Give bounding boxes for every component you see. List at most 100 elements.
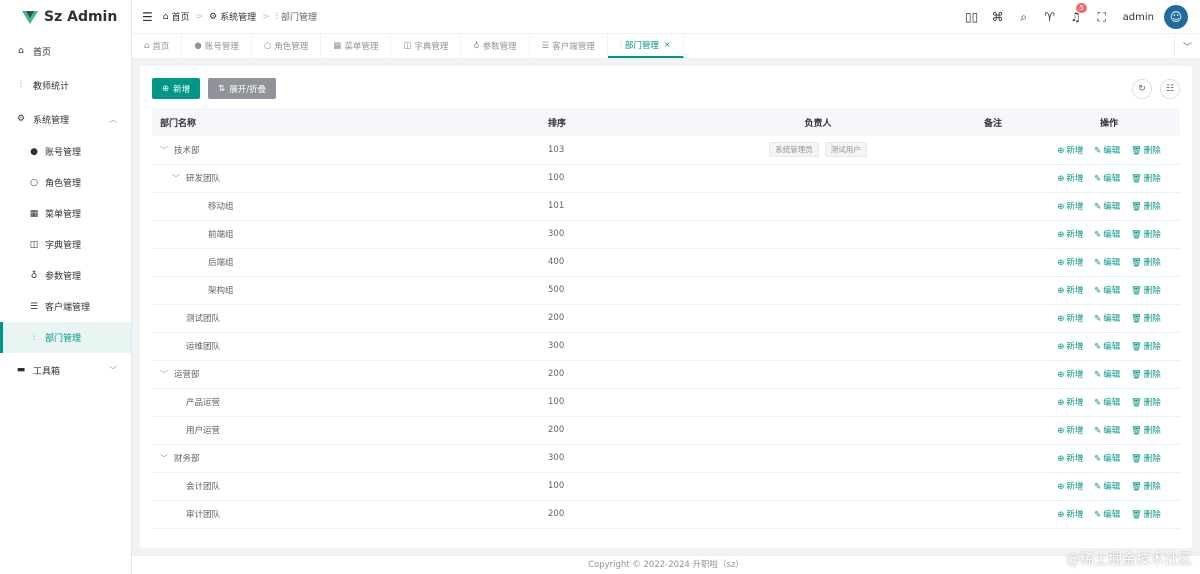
row-delete-button[interactable]: 🗑 删除 (1131, 202, 1161, 212)
table-body: ﹀ 技术部 103 系统管理员 测试用户 ⊕ 新增 ✎ 编辑 🗑 删除 ﹀ 研发团队 100… (152, 136, 1180, 529)
fullscreen-icon[interactable]: ⛶ (1089, 10, 1115, 25)
sidebar-item-params[interactable]: ♁ 参数管理 (0, 260, 131, 291)
row-delete-button[interactable]: 🗑 删除 (1131, 398, 1161, 408)
row-edit-button[interactable]: ✎ 编辑 (1094, 146, 1120, 156)
sidebar-item-departments[interactable]: ⫶ 部门管理 (0, 322, 131, 353)
translate-icon[interactable]: ⌘ (985, 10, 1011, 24)
row-add-button[interactable]: ⊕ 新增 (1057, 426, 1083, 436)
logo[interactable]: Sz Admin (0, 0, 131, 34)
tab-menus[interactable]: ▦ 菜单管理 (321, 33, 392, 58)
row-add-button[interactable]: ⊕ 新增 (1057, 146, 1083, 156)
row-delete-button[interactable]: 🗑 删除 (1131, 174, 1161, 184)
tab-roles[interactable]: ○ 角色管理 (252, 33, 322, 58)
row-edit-button[interactable]: ✎ 编辑 (1094, 314, 1120, 324)
tab-accounts[interactable]: ● 账号管理 (182, 33, 252, 58)
chevron-down-icon[interactable]: ﹀ (160, 370, 168, 379)
row-edit-button[interactable]: ✎ 编辑 (1094, 426, 1120, 436)
row-add-button[interactable]: ⊕ 新增 (1057, 398, 1083, 408)
department-table: 部门名称 排序 负责人 备注 操作 ﹀ 技术部 103 系统管理员 测试用户 ⊕ 新增… (152, 108, 1180, 529)
trash-icon: 🗑 (1130, 482, 1142, 492)
row-edit-button[interactable]: ✎ 编辑 (1094, 370, 1120, 380)
tab-departments[interactable]: ⫶ 部门管理 × (607, 33, 684, 58)
param-icon: ♁ (473, 40, 480, 51)
row-edit-button[interactable]: ✎ 编辑 (1094, 286, 1120, 296)
row-delete-button[interactable]: 🗑 删除 (1131, 482, 1161, 492)
cell-name: 审计团队 (152, 500, 538, 529)
row-add-button[interactable]: ⊕ 新增 (1057, 510, 1083, 520)
chevron-down-icon[interactable]: ﹀ (160, 146, 168, 155)
breadcrumb-item[interactable]: 首页 (171, 10, 189, 23)
tab-dict[interactable]: ◫ 字典管理 (391, 33, 462, 58)
row-add-button[interactable]: ⊕ 新增 (1057, 342, 1083, 352)
row-delete-button[interactable]: 🗑 删除 (1131, 426, 1161, 436)
trash-icon: 🗑 (1130, 426, 1142, 436)
cell-note (948, 416, 1038, 445)
sidebar-item-system[interactable]: ⚙ 系统管理 ︿ (0, 102, 131, 136)
chevron-down-icon[interactable]: ﹀ (160, 454, 168, 463)
row-edit-button[interactable]: ✎ 编辑 (1094, 230, 1120, 240)
theme-shirt-icon[interactable]: ♈ (1037, 10, 1063, 24)
tab-params[interactable]: ♁ 参数管理 (461, 33, 530, 58)
close-icon[interactable]: × (664, 40, 671, 49)
breadcrumb-separator: > (262, 11, 270, 22)
chevron-down-icon[interactable]: ﹀ (172, 174, 180, 183)
add-button[interactable]: ⊕ 新增 (152, 78, 201, 99)
row-add-button[interactable]: ⊕ 新增 (1057, 314, 1083, 324)
bell-icon[interactable]: ♫ 5 (1063, 3, 1089, 24)
sidebar-item-clients[interactable]: ☰ 客户端管理 (0, 291, 131, 322)
row-add-button[interactable]: ⊕ 新增 (1057, 482, 1083, 492)
row-add-button[interactable]: ⊕ 新增 (1057, 258, 1083, 268)
row-add-button[interactable]: ⊕ 新增 (1057, 230, 1083, 240)
layout-icon[interactable]: ▯▯ (959, 10, 985, 24)
chevron-down-icon[interactable]: ﹀ (1174, 34, 1200, 59)
sidebar-item-accounts[interactable]: ● 账号管理 (0, 136, 131, 167)
notification-badge: 5 (1076, 3, 1087, 13)
row-edit-button[interactable]: ✎ 编辑 (1094, 398, 1120, 408)
row-edit-button[interactable]: ✎ 编辑 (1094, 482, 1120, 492)
expand-collapse-button[interactable]: ⇅ 展开/折叠 (208, 78, 277, 99)
tab-home[interactable]: ⌂ 首页 (132, 33, 183, 58)
row-edit-button[interactable]: ✎ 编辑 (1094, 174, 1120, 184)
row-edit-button[interactable]: ✎ 编辑 (1094, 454, 1120, 464)
row-add-button[interactable]: ⊕ 新增 (1057, 454, 1083, 464)
sidebar-item-toolbox[interactable]: ▬ 工具箱 ﹀ (0, 353, 131, 387)
cell-sort: 200 (538, 360, 688, 389)
department-name: 架构组 (208, 286, 234, 296)
row-edit-button[interactable]: ✎ 编辑 (1094, 342, 1120, 352)
house-icon: ⌂ (144, 40, 150, 51)
row-edit-button[interactable]: ✎ 编辑 (1094, 258, 1120, 268)
row-delete-button[interactable]: 🗑 删除 (1131, 258, 1161, 268)
avatar[interactable]: ☺ (1164, 5, 1188, 29)
sidebar-item-teacher-stats[interactable]: ⫶ 教师统计 (0, 68, 131, 102)
row-add-button[interactable]: ⊕ 新增 (1057, 370, 1083, 380)
row-delete-button[interactable]: 🗑 删除 (1131, 314, 1161, 324)
row-edit-button[interactable]: ✎ 编辑 (1094, 202, 1120, 212)
sidebar-item-roles[interactable]: ○ 角色管理 (0, 167, 131, 198)
row-add-button[interactable]: ⊕ 新增 (1057, 174, 1083, 184)
sidebar-item-home[interactable]: ⌂ 首页 (0, 34, 131, 68)
username[interactable]: admin (1123, 12, 1154, 23)
row-delete-button[interactable]: 🗑 删除 (1131, 342, 1161, 352)
breadcrumb-item[interactable]: 系统管理 (220, 10, 256, 23)
search-icon[interactable]: ⌕ (1011, 10, 1037, 25)
column-settings-icon[interactable]: ☷ (1160, 79, 1180, 99)
op-label: 编辑 (1103, 454, 1121, 464)
row-delete-button[interactable]: 🗑 删除 (1131, 230, 1161, 240)
row-delete-button[interactable]: 🗑 删除 (1131, 146, 1161, 156)
cell-sort: 300 (538, 444, 688, 473)
row-delete-button[interactable]: 🗑 删除 (1131, 370, 1161, 380)
department-name: 产品运营 (186, 398, 221, 408)
op-label: 删除 (1143, 258, 1161, 268)
row-add-button[interactable]: ⊕ 新增 (1057, 202, 1083, 212)
row-delete-button[interactable]: 🗑 删除 (1131, 286, 1161, 296)
row-delete-button[interactable]: 🗑 删除 (1131, 510, 1161, 520)
row-add-button[interactable]: ⊕ 新增 (1057, 286, 1083, 296)
tab-clients[interactable]: ☰ 客户端管理 (530, 33, 608, 58)
refresh-icon[interactable]: ↻ (1132, 79, 1152, 99)
row-edit-button[interactable]: ✎ 编辑 (1094, 510, 1120, 520)
menu-toggle-icon[interactable]: ☰ (142, 10, 153, 24)
row-delete-button[interactable]: 🗑 删除 (1131, 454, 1161, 464)
sidebar-item-menus[interactable]: ▦ 菜单管理 (0, 198, 131, 229)
sidebar-item-dict[interactable]: ◫ 字典管理 (0, 229, 131, 260)
cell-name: 移动组 (152, 192, 538, 221)
